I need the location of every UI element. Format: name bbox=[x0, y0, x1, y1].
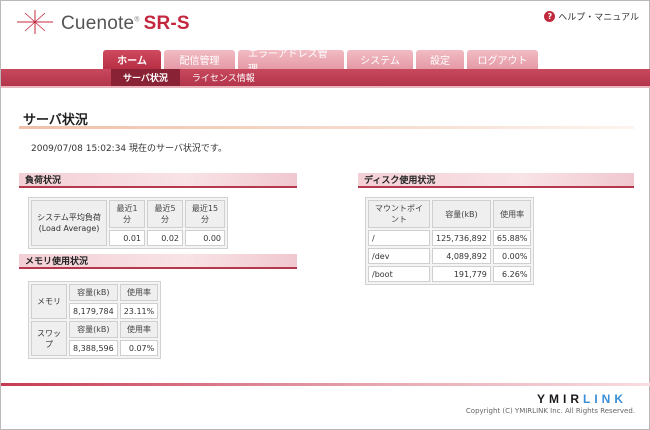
disk-section-header: ディスク使用状況 bbox=[358, 173, 634, 188]
tab-home[interactable]: ホーム bbox=[103, 50, 161, 69]
swap-usage-value: 0.07% bbox=[119, 340, 159, 356]
disk-table: マウントポイント 容量(kB) 使用率 / 125,736,892 65.88%… bbox=[365, 197, 535, 285]
memory-section-header: メモリ使用状況 bbox=[19, 254, 297, 269]
help-label: ヘルプ・マニュアル bbox=[558, 13, 639, 23]
status-timestamp: 2009/07/08 15:02:34 現在のサーバ状況です。 bbox=[31, 144, 228, 154]
main-tabs: ホーム 配信管理 エラーアドレス管理 システム 設定 ログアウト bbox=[103, 49, 538, 75]
copyright: Copyright (C) YMIRLINK Inc. All Rights R… bbox=[465, 407, 635, 415]
memory-usage-value: 23.11% bbox=[119, 303, 159, 319]
load-header-5min: 最近5分 bbox=[147, 200, 183, 228]
table-row: /dev 4,089,892 0.00% bbox=[368, 248, 532, 264]
tab-logout[interactable]: ログアウト bbox=[467, 50, 538, 69]
subtab-server-status[interactable]: サーバ状況 bbox=[111, 69, 180, 86]
subtab-license-info[interactable]: ライセンス情報 bbox=[180, 69, 267, 86]
logo[interactable]: Cuenote® SR-S bbox=[11, 7, 201, 37]
tab-error-address[interactable]: エラーアドレス管理 bbox=[238, 49, 344, 75]
load-table: システム平均負荷 (Load Average) 最近1分 最近5分 最近15分 … bbox=[28, 197, 228, 249]
load-header-15min: 最近15分 bbox=[185, 200, 225, 228]
swap-capacity-header: 容量(kB) bbox=[69, 321, 118, 338]
load-value-15min: 0.00 bbox=[185, 230, 225, 246]
help-icon: ? bbox=[544, 11, 556, 22]
disk-capacity: 125,736,892 bbox=[432, 230, 491, 246]
tab-bar bbox=[1, 69, 650, 86]
tab-delivery[interactable]: 配信管理 bbox=[164, 50, 235, 69]
disk-usage: 65.88% bbox=[492, 230, 532, 246]
swap-capacity-value: 8,388,596 bbox=[69, 340, 118, 356]
footer-divider bbox=[1, 383, 650, 386]
disk-usage: 6.26% bbox=[492, 266, 532, 282]
disk-mount: / bbox=[368, 230, 430, 246]
memory-usage-header: 使用率 bbox=[119, 284, 159, 301]
load-section-header: 負荷状況 bbox=[19, 173, 297, 188]
load-row-label: システム平均負荷 (Load Average) bbox=[31, 200, 107, 246]
swap-usage-header: 使用率 bbox=[119, 321, 159, 338]
table-row: / 125,736,892 65.88% bbox=[368, 230, 532, 246]
disk-header-mount: マウントポイント bbox=[368, 200, 430, 228]
disk-header-usage: 使用率 bbox=[492, 200, 532, 228]
tab-system[interactable]: システム bbox=[347, 50, 413, 69]
ymirlink-logo: YMIRLINK bbox=[537, 392, 627, 406]
load-value-5min: 0.02 bbox=[147, 230, 183, 246]
logo-text: Cuenote® SR-S bbox=[61, 13, 190, 34]
tab-settings[interactable]: 設定 bbox=[416, 50, 464, 69]
swap-row-label: スワップ bbox=[31, 321, 67, 356]
memory-capacity-value: 8,179,784 bbox=[69, 303, 118, 319]
sub-tabs: サーバ状況 ライセンス情報 bbox=[111, 69, 267, 86]
load-header-1min: 最近1分 bbox=[109, 200, 145, 228]
disk-capacity: 191,779 bbox=[432, 266, 491, 282]
disk-mount: /dev bbox=[368, 248, 430, 264]
disk-mount: /boot bbox=[368, 266, 430, 282]
table-row: /boot 191,779 6.26% bbox=[368, 266, 532, 282]
disk-usage: 0.00% bbox=[492, 248, 532, 264]
memory-capacity-header: 容量(kB) bbox=[69, 284, 118, 301]
disk-header-capacity: 容量(kB) bbox=[432, 200, 491, 228]
memory-table: メモリ 容量(kB) 使用率 8,179,784 23.11% スワップ 容量(… bbox=[28, 281, 162, 359]
tab-divider bbox=[1, 86, 650, 88]
load-value-1min: 0.01 bbox=[109, 230, 145, 246]
app-window: Cuenote® SR-S ? ヘルプ・マニュアル ホーム 配信管理 エラーアドレ… bbox=[0, 0, 650, 430]
title-divider bbox=[19, 126, 634, 129]
disk-capacity: 4,089,892 bbox=[432, 248, 491, 264]
help-link[interactable]: ? ヘルプ・マニュアル bbox=[544, 10, 639, 23]
logo-star-icon bbox=[17, 10, 53, 34]
memory-row-label: メモリ bbox=[31, 284, 67, 319]
